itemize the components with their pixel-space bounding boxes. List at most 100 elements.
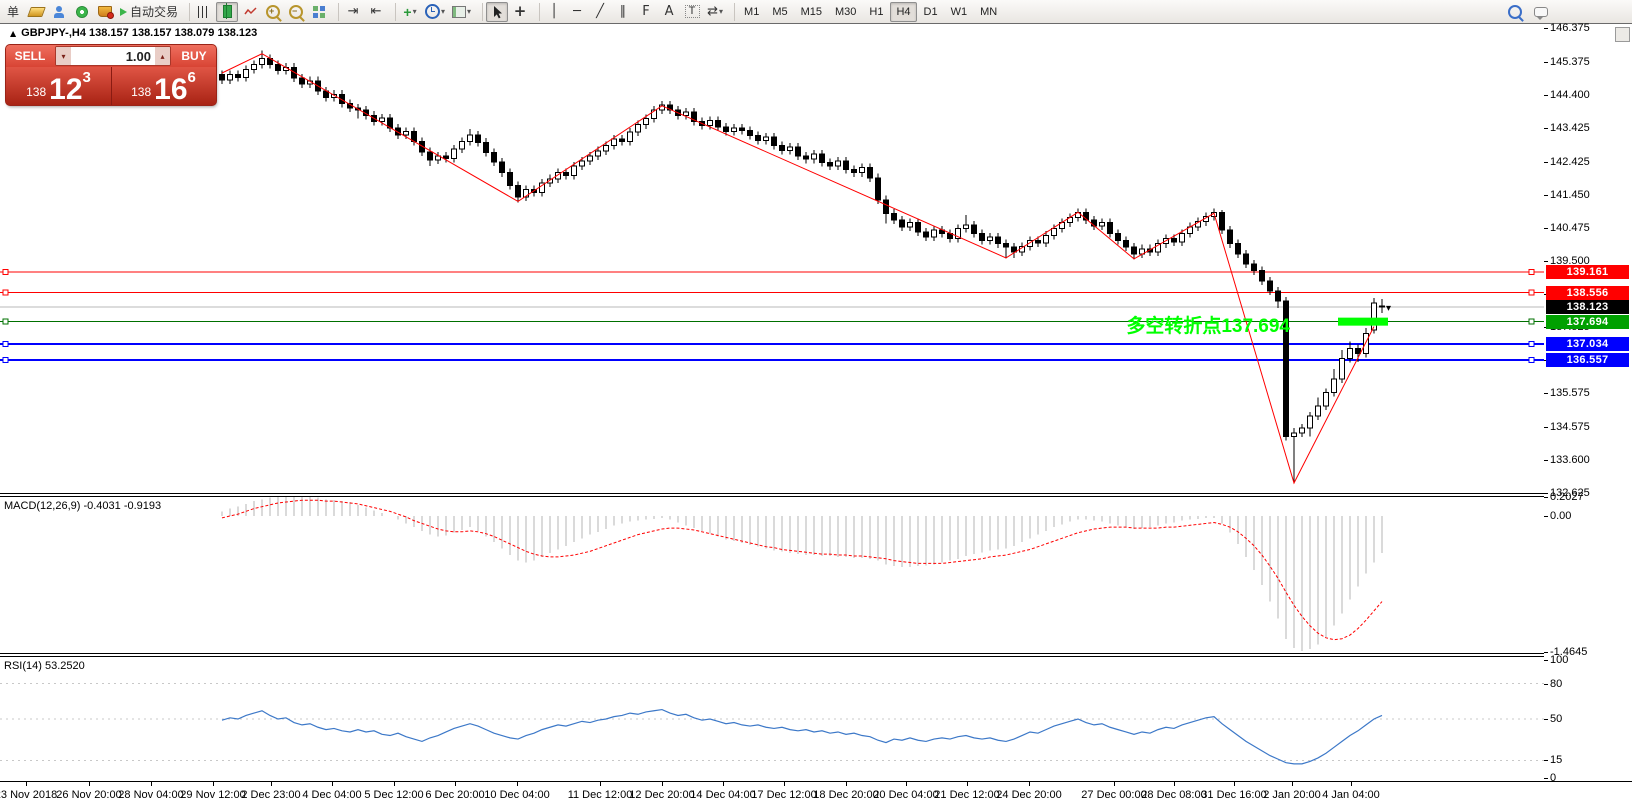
signals-icon[interactable]	[71, 2, 93, 22]
new-order-partial-button[interactable]: 单	[2, 2, 24, 22]
time-label: 23 Nov 2018	[0, 789, 58, 801]
rsi-line	[221, 708, 1383, 765]
timeframe-MN[interactable]: MN	[974, 2, 1003, 22]
time-tick-mark	[26, 782, 27, 786]
timeframe-W1[interactable]: W1	[945, 2, 974, 22]
trade-top-row: SELL ▾ ▴ BUY	[6, 45, 216, 67]
crosshair-button[interactable]: +	[509, 2, 531, 22]
macd-panel[interactable]	[0, 497, 1544, 653]
market-icon[interactable]	[94, 2, 116, 22]
rsi-tick-mark	[1544, 719, 1548, 720]
buy-price[interactable]: 138 16 6	[111, 67, 216, 105]
time-label: 12 Dec 20:00	[629, 789, 695, 801]
time-label: 20 Dec 04:00	[873, 789, 939, 801]
one-click-trading-panel: SELL ▾ ▴ BUY 138 12 3 138 16 6	[6, 45, 216, 105]
timeframe-D1[interactable]: D1	[918, 2, 944, 22]
timeframe-H4[interactable]: H4	[890, 1, 917, 22]
buy-price-sup: 6	[187, 69, 196, 86]
arrows-icon: ⇄	[707, 4, 718, 19]
sell-price[interactable]: 138 12 3	[6, 67, 111, 105]
chart-header: ▲ GBPJPY-,H4 138.157 138.157 138.079 138…	[10, 27, 257, 39]
rsi-tick-mark	[1544, 660, 1548, 661]
zoom-out-button[interactable]	[285, 2, 307, 22]
line-chart-button[interactable]	[239, 2, 261, 22]
timeframe-H1[interactable]: H1	[863, 2, 889, 22]
search-button[interactable]	[1504, 2, 1526, 22]
timeframe-M15[interactable]: M15	[795, 2, 828, 22]
price-badge: 139.161	[1546, 265, 1629, 280]
trendline-tool-button[interactable]: ╱	[589, 2, 611, 22]
toolbar-separator	[729, 2, 736, 21]
time-label: 4 Jan 04:00	[1322, 789, 1380, 801]
candlestick-chart-button[interactable]	[216, 1, 239, 22]
time-tick-mark	[89, 782, 90, 786]
label-tool-button[interactable]: T	[681, 2, 703, 22]
collapse-one-click-icon[interactable]: ▲	[10, 29, 16, 38]
horizontal-line-tool-button[interactable]: ─	[566, 2, 588, 22]
zoom-out-icon	[289, 4, 304, 19]
toolbar-separator	[184, 2, 191, 21]
time-tick-mark	[1114, 782, 1115, 786]
panel-splitter[interactable]	[0, 653, 1632, 657]
time-tick-mark	[1234, 782, 1235, 786]
toolbar-separator	[477, 2, 484, 21]
profile-icon[interactable]	[48, 2, 70, 22]
autotrading-button[interactable]: 自动交易	[117, 2, 181, 22]
line-chart-icon	[243, 7, 257, 15]
volume-increase-button[interactable]: ▴	[155, 47, 170, 65]
chat-button[interactable]	[1530, 2, 1552, 22]
rsi-axis-label: 50	[1550, 713, 1563, 725]
price-tick-mark	[1544, 194, 1548, 196]
timeframe-M1[interactable]: M1	[738, 2, 765, 22]
rsi-axis-label: 15	[1550, 754, 1563, 767]
time-tick-mark	[723, 782, 724, 786]
timeframe-M30[interactable]: M30	[829, 2, 862, 22]
channel-tool-button[interactable]: ∥	[612, 2, 634, 22]
trendline-icon: ╱	[596, 4, 604, 19]
arrows-tool-button[interactable]: ⇄ ▾	[704, 2, 726, 22]
timeframe-group: M1 M5 M15 M30 H1 H4 D1 W1 MN	[738, 1, 1003, 22]
time-label: 21 Dec 12:00	[934, 789, 1000, 801]
price-badge: 137.034	[1546, 336, 1629, 351]
new-order-icon[interactable]	[25, 2, 47, 22]
volume-decrease-button[interactable]: ▾	[56, 47, 71, 65]
buy-button[interactable]: BUY	[172, 45, 216, 67]
basket-icon	[98, 6, 114, 19]
time-label: 24 Dec 20:00	[996, 789, 1062, 801]
time-tick-mark	[846, 782, 847, 786]
main-chart[interactable]: ▾	[0, 24, 1544, 493]
price-tick-mark	[1544, 161, 1548, 163]
add-indicator-button[interactable]: + ▾	[399, 2, 421, 22]
bar-chart-icon	[198, 5, 211, 18]
zoom-in-button[interactable]	[262, 2, 284, 22]
panel-splitter[interactable]	[0, 493, 1632, 497]
gold-icon	[26, 6, 46, 17]
chart-shift-button[interactable]: ⇤	[365, 2, 387, 22]
mt4-window: 单 自动交易 ⇥ ⇤ + ▾ ▾ ▾	[0, 0, 1632, 812]
vertical-line-icon: │	[550, 4, 558, 19]
price-tick: 134.575	[1550, 421, 1590, 434]
time-label: 14 Dec 04:00	[690, 789, 756, 801]
crosshair-icon: +	[513, 2, 527, 20]
template-button[interactable]: ▾	[449, 2, 474, 22]
zoom-in-icon	[266, 4, 281, 19]
fibonacci-tool-button[interactable]: F	[635, 2, 657, 22]
macd-tick-mark	[1544, 652, 1548, 654]
text-tool-button[interactable]: A	[658, 2, 680, 22]
timeframe-M5[interactable]: M5	[766, 2, 793, 22]
period-button[interactable]: ▾	[422, 2, 448, 22]
rsi-panel[interactable]	[0, 657, 1544, 781]
price-tick-mark	[1544, 28, 1548, 30]
volume-input[interactable]	[71, 47, 155, 65]
time-label: 26 Nov 20:00	[56, 789, 122, 801]
bar-chart-button[interactable]	[193, 2, 215, 22]
tile-windows-button[interactable]	[308, 2, 330, 22]
time-tick-mark	[1029, 782, 1030, 786]
sell-price-prefix: 138	[26, 85, 47, 99]
cursor-button[interactable]	[486, 1, 509, 22]
sell-button[interactable]: SELL	[6, 45, 54, 67]
price-tick-mark	[1544, 492, 1548, 494]
axis-corner-button[interactable]	[1615, 27, 1630, 42]
auto-scroll-button[interactable]: ⇥	[342, 2, 364, 22]
vertical-line-tool-button[interactable]: │	[543, 2, 565, 22]
